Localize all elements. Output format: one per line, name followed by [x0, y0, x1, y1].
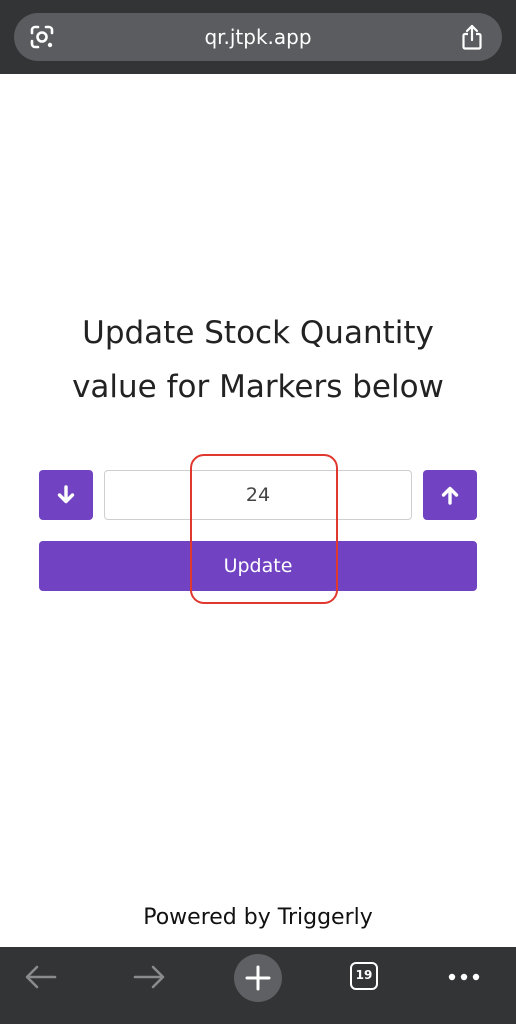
- increment-button[interactable]: [423, 470, 477, 520]
- address-bar[interactable]: qr.jtpk.app: [14, 13, 502, 61]
- plus-icon: [245, 965, 271, 991]
- arrow-right-icon: [133, 965, 165, 989]
- back-button[interactable]: [11, 947, 71, 1007]
- decrement-button[interactable]: [39, 470, 93, 520]
- page-title-line-2: value for Markers below: [72, 369, 444, 405]
- arrow-left-icon: [25, 965, 57, 989]
- arrow-up-icon: [441, 486, 459, 505]
- page: qr.jtpk.app Update Stock Quantity value …: [0, 0, 516, 1024]
- forward-button[interactable]: [119, 947, 179, 1007]
- tabs-icon: 19: [350, 962, 378, 990]
- browser-top-bar: qr.jtpk.app: [0, 0, 516, 74]
- arrow-down-icon: [57, 485, 75, 504]
- page-title: Update Stock Quantity value for Markers …: [30, 306, 486, 414]
- tabs-button[interactable]: 19: [336, 947, 396, 1007]
- more-icon: [448, 973, 480, 981]
- browser-bottom-toolbar: 19: [0, 947, 516, 1024]
- page-title-line-1: Update Stock Quantity: [82, 315, 434, 351]
- update-button[interactable]: Update: [39, 541, 477, 591]
- quantity-input[interactable]: [104, 470, 412, 520]
- new-tab-button[interactable]: [234, 954, 282, 1002]
- more-button[interactable]: [434, 947, 494, 1007]
- share-icon[interactable]: [460, 23, 484, 51]
- powered-by-text: Powered by Triggerly: [143, 905, 373, 930]
- url-text: qr.jtpk.app: [204, 25, 312, 49]
